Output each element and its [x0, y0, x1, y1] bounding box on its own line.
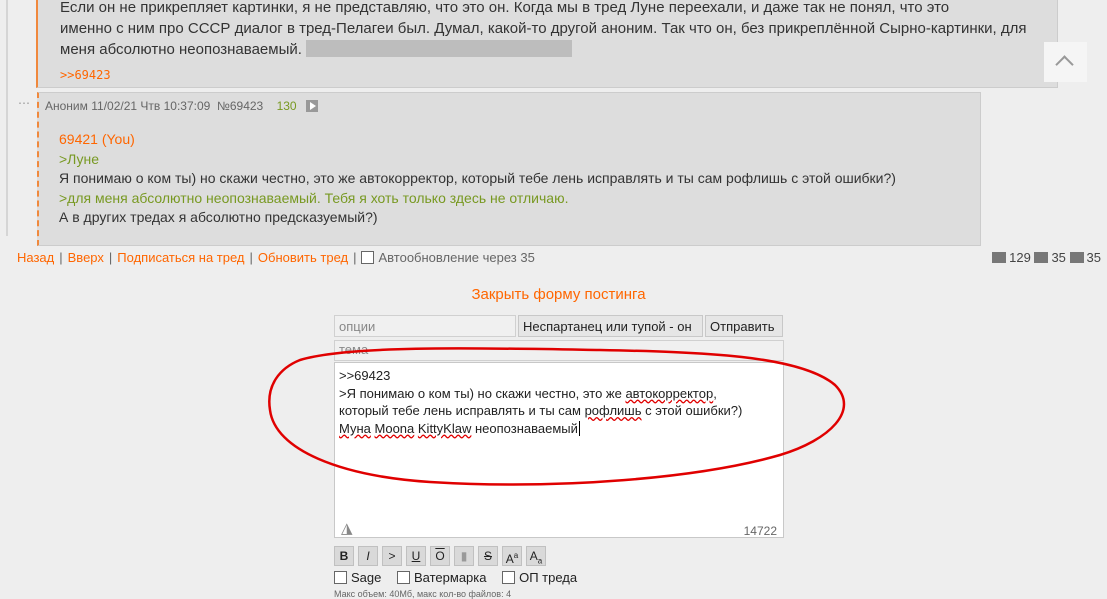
- subscript-label: A: [529, 549, 538, 563]
- misspelled-word: рофлишь: [584, 403, 642, 418]
- post-69421: Если он не прикрепляет картинки, я не пр…: [36, 0, 1058, 88]
- char-counter: 14722: [743, 524, 777, 538]
- watermark-checkbox[interactable]: [397, 571, 410, 584]
- misspelled-word: KittyKlaw: [417, 420, 472, 436]
- autoupdate-checkbox[interactable]: [361, 251, 375, 264]
- up-link[interactable]: Вверх: [68, 250, 104, 265]
- post-text-line: Я понимаю о ком ты) но скажи честно, это…: [59, 170, 896, 186]
- post-body: Если он не прикрепляет картинки, я не пр…: [60, 0, 1050, 60]
- hidden-text-block: [305, 40, 572, 57]
- subject-input[interactable]: тема: [334, 340, 784, 361]
- subscribe-link[interactable]: Подписаться на тред: [117, 250, 244, 265]
- posts-count: 129: [1009, 250, 1031, 265]
- post-options: Sage Ватермарка ОП треда: [334, 570, 589, 585]
- posts-icon: [992, 252, 1007, 263]
- spoiler-button[interactable]: ▮: [454, 546, 474, 566]
- post-line: меня абсолютно неопознаваемый.: [60, 39, 1050, 60]
- quote-button[interactable]: >: [382, 546, 402, 566]
- users-count: 35: [1086, 250, 1101, 265]
- post-body: 69421 (You) >Луне Я понимаю о ком ты) но…: [59, 130, 896, 228]
- superscript-label: A: [505, 552, 514, 566]
- quote-line: >для меня абсолютно неопознаваемый. Тебя…: [59, 189, 569, 206]
- thread-stats: 129 35 35: [992, 250, 1101, 265]
- underline-button[interactable]: U: [406, 546, 426, 566]
- back-link[interactable]: Назад: [17, 250, 54, 265]
- scroll-to-top-button[interactable]: [1044, 42, 1087, 82]
- reply-link[interactable]: 69421 (You): [59, 130, 896, 150]
- thread-dots: ⋯: [18, 96, 31, 110]
- op-label: ОП треда: [519, 570, 578, 585]
- close-posting-form-link[interactable]: Закрыть форму постинга: [0, 286, 1107, 303]
- post-datetime: 11/02/21 Чтв 10:37:09: [91, 99, 211, 113]
- text-caret: [578, 420, 580, 436]
- text-fragment: ,: [713, 385, 717, 401]
- superscript-button[interactable]: Aa: [502, 546, 522, 566]
- play-icon[interactable]: [305, 100, 318, 112]
- superscript-mark: a: [513, 551, 519, 560]
- name-input[interactable]: Неспартанец или тупой - он: [518, 315, 703, 337]
- comment-textarea[interactable]: >>69423 >Я понимаю о ком ты) но скажи че…: [334, 362, 784, 538]
- misspelled-word: Муна: [339, 420, 371, 436]
- images-icon: [1034, 252, 1049, 263]
- users-icon: [1069, 252, 1084, 263]
- thread-navbar: Назад | Вверх | Подписаться на тред | Обновить…: [17, 250, 535, 265]
- post-line: именно с ним про СССР диалог в тред-Пела…: [60, 20, 1027, 37]
- post-header: Аноним 11/02/21 Чтв 10:37:09 №69423 130: [45, 99, 318, 113]
- text-line: который тебе лень исправлять и ты сам: [339, 403, 585, 418]
- subscript-mark: a: [537, 556, 543, 566]
- italic-button[interactable]: I: [358, 546, 378, 566]
- subscript-button[interactable]: Aa: [526, 546, 546, 566]
- autoupdate-label: Автообновление через 35: [378, 250, 535, 265]
- bold-button[interactable]: B: [334, 546, 354, 566]
- post-line: Если он не прикрепляет картинки, я не пр…: [60, 0, 950, 16]
- op-checkbox[interactable]: [502, 571, 516, 584]
- text-fragment: с этой ошибки?): [641, 403, 743, 418]
- reply-reference-link[interactable]: >>69423: [60, 68, 111, 82]
- sage-label: Sage: [351, 570, 382, 585]
- triangle-logo-icon[interactable]: ◮: [341, 519, 353, 537]
- text-fragment: неопознаваемый: [474, 420, 578, 436]
- strike-button[interactable]: S: [478, 546, 498, 566]
- text-line: >>69423: [339, 368, 391, 383]
- sage-checkbox[interactable]: [334, 571, 347, 584]
- post-number[interactable]: №69423: [217, 99, 263, 113]
- post-author: Аноним: [45, 99, 88, 113]
- post-counter: 130: [276, 99, 297, 113]
- quote-line: >Луне: [59, 150, 100, 167]
- thread-line: [6, 0, 8, 236]
- post-line-text: меня абсолютно неопознаваемый.: [60, 41, 302, 58]
- images-count: 35: [1051, 250, 1066, 265]
- misspelled-word: автокорректор: [625, 385, 714, 401]
- post-69423: Аноним 11/02/21 Чтв 10:37:09 №69423 130 …: [37, 92, 981, 246]
- text-line: >Я понимаю о ком ты) но скажи честно, эт…: [339, 385, 626, 401]
- misspelled-word: Moona: [374, 420, 415, 436]
- overline-button[interactable]: O: [430, 546, 450, 566]
- refresh-link[interactable]: Обновить тред: [258, 250, 348, 265]
- comment-text: >>69423 >Я понимаю о ком ты) но скажи че…: [339, 367, 779, 437]
- watermark-label: Ватермарка: [414, 570, 487, 585]
- submit-button[interactable]: Отправить: [705, 315, 783, 337]
- post-text-line: А в других тредах я абсолютно предсказуе…: [59, 209, 378, 225]
- options-input[interactable]: опции: [334, 315, 516, 337]
